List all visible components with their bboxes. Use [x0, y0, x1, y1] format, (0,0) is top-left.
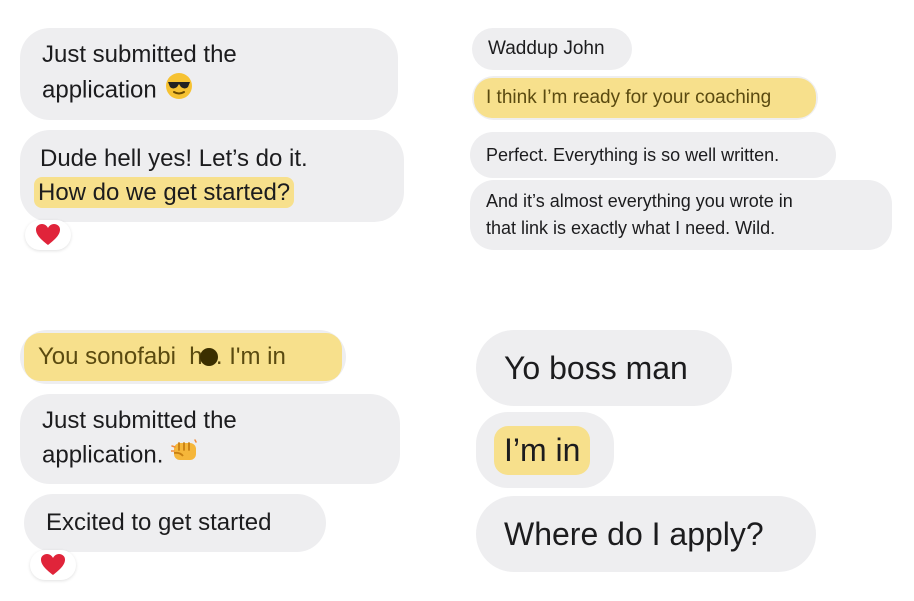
fist-bump-icon — [170, 438, 199, 474]
message-bubble-dude-hell-yes: Dude hell yes! Let’s do it. How do we ge… — [20, 130, 404, 222]
heart-reaction[interactable] — [30, 550, 76, 580]
message-text: Perfect. Everything is so well written. — [486, 144, 780, 165]
message-bubble-sonofabitch: You sonofabi h... I'm in — [20, 330, 346, 384]
screenshot-collage: Just submitted the application Dude hell… — [0, 0, 914, 601]
message-bubble-just-submitted: Just submitted the application — [20, 28, 398, 120]
message-text: Where do I apply? — [504, 515, 764, 552]
highlighted-text: How do we get started? — [34, 177, 295, 208]
message-text: Just submitted the application. — [42, 407, 237, 469]
message-text: Waddup John — [488, 38, 605, 59]
message-text: And it’s almost everything you wrote in … — [486, 191, 793, 238]
highlighted-text: I’m in — [494, 425, 591, 475]
highlighted-text: I think I’m ready for your coaching — [474, 78, 816, 118]
heart-icon — [41, 554, 65, 575]
message-text: Excited to get started — [46, 509, 272, 536]
message-bubble-ready-for-coaching: I think I’m ready for your coaching — [472, 76, 818, 120]
redaction-dot — [200, 348, 218, 366]
message-bubble-perfect: Perfect. Everything is so well written. — [470, 132, 836, 178]
message-bubble-im-in: I’m in — [476, 412, 614, 488]
message-bubble-just-submitted-2: Just submitted the application. — [20, 394, 400, 484]
message-bubble-almost-everything: And it’s almost everything you wrote in … — [470, 180, 892, 250]
message-text: Just submitted the application — [42, 41, 237, 104]
message-text: Dude hell yes! Let’s do it. — [40, 145, 308, 172]
message-bubble-waddup: Waddup John — [472, 28, 632, 70]
message-text: Yo boss man — [504, 349, 688, 386]
highlighted-text: You sonofabi h... I'm in — [24, 333, 342, 381]
message-bubble-excited: Excited to get started — [24, 494, 326, 552]
message-bubble-yo-boss-man: Yo boss man — [476, 330, 732, 406]
sunglasses-icon — [165, 72, 193, 110]
heart-reaction[interactable] — [25, 220, 71, 250]
heart-icon — [36, 224, 60, 245]
message-bubble-where-do-i-apply: Where do I apply? — [476, 496, 816, 572]
